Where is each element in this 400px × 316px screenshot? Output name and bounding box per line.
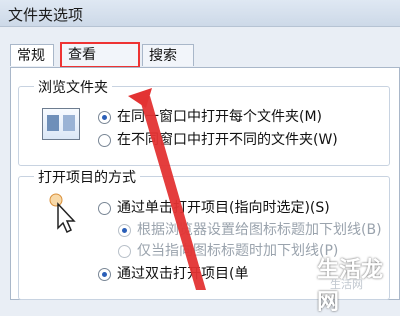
radio-hover-underline xyxy=(118,244,131,258)
radio-same-window[interactable] xyxy=(98,110,111,124)
open-option-hover-underline: 仅当指向图标标题时加下划线(P) xyxy=(118,240,338,260)
tab-search[interactable]: 搜索 xyxy=(142,44,194,66)
open-option-double-click-label: 通过双击打开项目(单 xyxy=(117,266,249,282)
browse-option-new-window-label: 在不同窗口中打开不同的文件夹(W) xyxy=(117,132,338,148)
radio-single-click[interactable] xyxy=(98,201,111,215)
pointer-cursor-icon xyxy=(49,193,76,234)
open-option-single-click-label: 通过单击打开项目(指向时选定)(S) xyxy=(117,200,330,216)
radio-browser-underline xyxy=(118,223,131,237)
radio-double-click[interactable] xyxy=(98,267,111,281)
open-option-browser-underline-label: 根据浏览器设置给图标标题加下划线(B) xyxy=(137,222,382,238)
open-option-browser-underline: 根据浏览器设置给图标标题加下划线(B) xyxy=(118,219,382,239)
browse-folders-legend: 浏览文件夹 xyxy=(34,77,112,97)
window-titlebar: 文件夹选项 xyxy=(0,0,400,27)
open-option-double-click[interactable]: 通过双击打开项目(单 xyxy=(98,263,248,283)
tab-strip: 常规 查看 搜索 xyxy=(0,40,400,68)
browse-option-same-window-label: 在同一窗口中打开每个文件夹(M) xyxy=(117,109,323,125)
tab-view[interactable]: 查看 xyxy=(60,42,140,68)
browse-option-same-window[interactable]: 在同一窗口中打开每个文件夹(M) xyxy=(98,106,322,126)
window-title: 文件夹选项 xyxy=(8,6,84,24)
watermark-sub: 生活网 xyxy=(330,278,363,291)
browse-folder-icon xyxy=(42,108,80,140)
tab-general[interactable]: 常规 xyxy=(10,44,54,66)
open-option-hover-underline-label: 仅当指向图标标题时加下划线(P) xyxy=(137,243,339,259)
radio-new-window[interactable] xyxy=(98,133,111,147)
open-items-legend: 打开项目的方式 xyxy=(34,167,140,187)
browse-option-new-window[interactable]: 在不同窗口中打开不同的文件夹(W) xyxy=(98,129,338,149)
open-option-single-click[interactable]: 通过单击打开项目(指向时选定)(S) xyxy=(98,197,330,217)
